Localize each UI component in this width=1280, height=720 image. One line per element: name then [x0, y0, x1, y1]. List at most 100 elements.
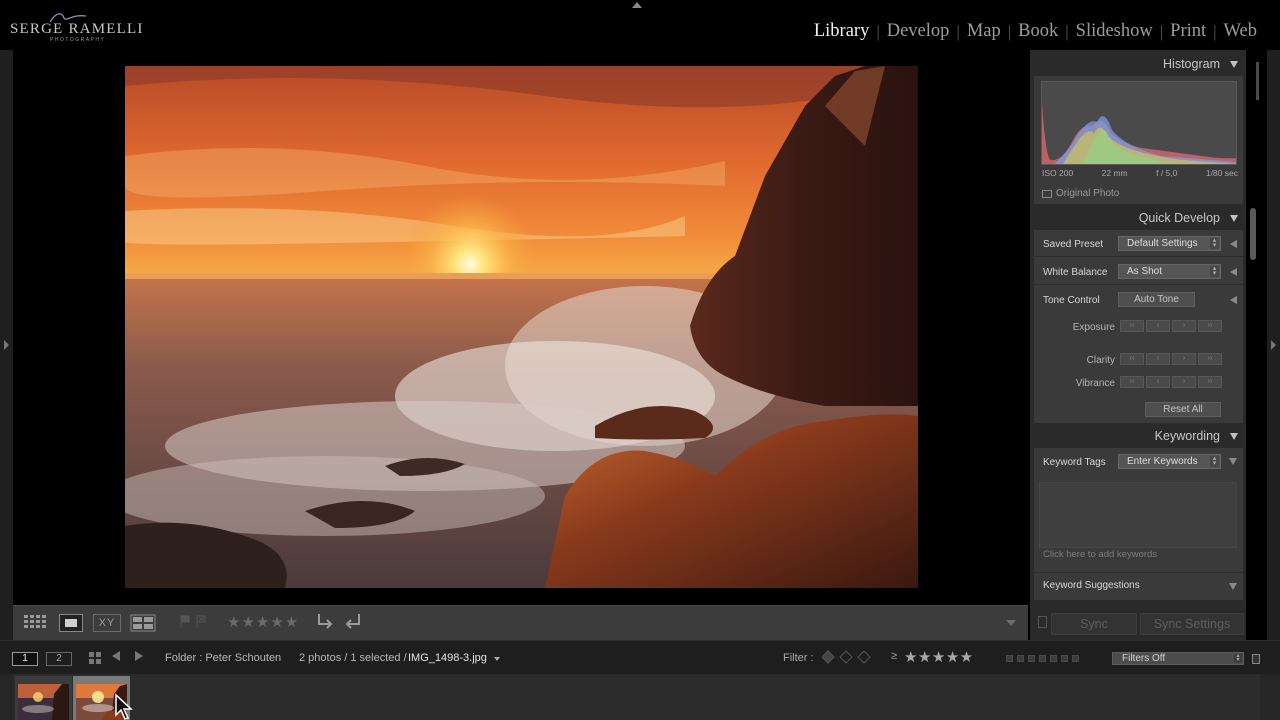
original-photo-checkbox[interactable] [1042, 189, 1052, 198]
exposure-increase-button[interactable]: › [1172, 320, 1196, 332]
compare-view-button[interactable]: XY [93, 614, 121, 632]
collapse-histogram-icon[interactable] [1230, 61, 1238, 68]
vibrance-decrease-button[interactable]: ‹ [1146, 376, 1170, 388]
filmstrip-bar: 1 2 Folder : Peter Schouten 2 photos / 1… [0, 640, 1280, 674]
module-library[interactable]: Library [807, 21, 876, 42]
module-print[interactable]: Print [1163, 21, 1213, 42]
sync-button[interactable]: Sync [1051, 613, 1137, 635]
filter-flags[interactable] [821, 649, 878, 668]
focal-length-value: 22 mm [1101, 168, 1128, 178]
module-picker-bar: SERGE RAMELLI PHOTOGRAPHY Library | Deve… [0, 0, 1280, 50]
filename-chevron-down-icon[interactable] [494, 657, 500, 661]
module-book[interactable]: Book [1011, 21, 1065, 42]
loupe-view-button[interactable] [59, 614, 83, 632]
keyword-tags-value: Enter Keywords [1127, 456, 1198, 467]
collapse-right-panel-icon[interactable] [1271, 340, 1276, 350]
original-photo-toggle[interactable]: Original Photo [1042, 188, 1119, 199]
collapse-keywording-icon[interactable] [1230, 433, 1238, 440]
rotate-right-button[interactable] [343, 611, 363, 629]
exposure-decrease-button[interactable]: ‹ [1146, 320, 1170, 332]
survey-view-button[interactable] [130, 614, 156, 632]
exposure-increase-large-button[interactable]: ›› [1198, 320, 1222, 332]
iso-value: ISO 200 [1042, 168, 1074, 178]
clarity-decrease-button[interactable]: ‹ [1146, 353, 1170, 365]
exposure-label: Exposure [1072, 322, 1115, 333]
color-filter-green[interactable] [1028, 655, 1035, 662]
auto-tone-button[interactable]: Auto Tone [1118, 292, 1195, 307]
quick-develop-header[interactable]: Quick Develop [1030, 206, 1246, 230]
sunset-seascape-image [125, 66, 918, 588]
collapse-quick-develop-icon[interactable] [1230, 215, 1238, 222]
rotate-left-button[interactable] [315, 611, 335, 629]
filmstrip-thumbnail[interactable] [15, 676, 72, 720]
color-filter-none[interactable] [1072, 655, 1079, 662]
keyword-suggestions-chevron-down-icon[interactable] [1229, 583, 1237, 590]
color-filter-blue[interactable] [1039, 655, 1046, 662]
keywording-header[interactable]: Keywording [1030, 424, 1246, 448]
filter-preset-select[interactable]: Filters Off ▴ ▾ [1112, 652, 1244, 665]
module-web[interactable]: Web [1217, 21, 1264, 42]
exif-info: ISO 200 22 mm f / 5,0 1/80 sec [1042, 168, 1238, 178]
add-keywords-placeholder[interactable]: Click here to add keywords [1043, 549, 1157, 560]
reset-all-button[interactable]: Reset All [1145, 402, 1221, 417]
folder-source-label[interactable]: Folder : Peter Schouten [165, 652, 281, 664]
vibrance-decrease-large-button[interactable]: ‹‹ [1120, 376, 1144, 388]
rating-filter-stars[interactable]: ★★★★★ [904, 648, 974, 666]
secondary-window-button[interactable]: 2 [46, 652, 72, 666]
module-slideshow[interactable]: Slideshow [1069, 21, 1160, 42]
sync-row: Sync Sync Settings [1030, 610, 1246, 638]
grid-view-button[interactable] [23, 614, 49, 632]
exposure-decrease-large-button[interactable]: ‹‹ [1120, 320, 1144, 332]
forward-arrow-icon[interactable] [135, 651, 143, 661]
flag-buttons[interactable] [177, 614, 209, 632]
right-panel-edge[interactable] [1267, 50, 1280, 640]
right-panel: Histogram ISO 200 22 mm f / 5,0 1/80 sec… [1030, 50, 1246, 640]
expand-left-panel-icon[interactable] [4, 340, 9, 350]
color-filter-red[interactable] [1006, 655, 1013, 662]
rating-comparison-symbol[interactable]: ≥ [891, 650, 897, 662]
keyword-tags-chevron-down-icon[interactable] [1229, 458, 1237, 465]
clarity-increase-large-button[interactable]: ›› [1198, 353, 1222, 365]
saved-preset-select[interactable]: Default Settings ▴ ▾ [1118, 236, 1221, 251]
white-balance-select[interactable]: As Shot ▴ ▾ [1118, 264, 1221, 279]
photo-count-label: 2 photos / 1 selected / [299, 652, 407, 664]
color-filter-yellow[interactable] [1017, 655, 1024, 662]
clarity-decrease-large-button[interactable]: ‹‹ [1120, 353, 1144, 365]
keyword-tags-select[interactable]: Enter Keywords ▴ ▾ [1118, 454, 1221, 469]
mouse-cursor-icon [115, 693, 133, 720]
color-filter-custom[interactable] [1061, 655, 1068, 662]
right-panel-scrollbar[interactable] [1250, 208, 1256, 260]
module-map[interactable]: Map [960, 21, 1008, 42]
back-arrow-icon[interactable] [112, 651, 120, 661]
expand-saved-preset-icon[interactable] [1230, 240, 1237, 248]
selected-filename[interactable]: IMG_1498-3.jpg [408, 652, 487, 664]
toolbar-options-chevron-down-icon[interactable] [1006, 620, 1016, 626]
identity-plate-logo: SERGE RAMELLI PHOTOGRAPHY [10, 10, 142, 44]
updown-arrows-icon: ▴ ▾ [1234, 653, 1242, 663]
filmstrip [0, 674, 1280, 720]
left-panel-edge[interactable] [0, 50, 13, 640]
rotate-right-icon [345, 614, 360, 629]
white-balance-row: White Balance As Shot ▴ ▾ [1034, 259, 1243, 285]
keyword-tags-label: Keyword Tags [1043, 457, 1106, 468]
keyword-entry-area[interactable] [1039, 482, 1237, 548]
module-develop[interactable]: Develop [880, 21, 957, 42]
expand-tone-control-icon[interactable] [1230, 296, 1237, 304]
collapse-top-panel-icon[interactable] [632, 2, 642, 8]
filter-lock-icon[interactable] [1252, 654, 1260, 664]
main-photo[interactable] [125, 66, 918, 588]
color-filter-purple[interactable] [1050, 655, 1057, 662]
right-panel-scroll-track [1256, 62, 1259, 100]
histogram-header[interactable]: Histogram [1030, 52, 1246, 76]
main-window-button[interactable]: 1 [12, 652, 38, 666]
clarity-increase-button[interactable]: › [1172, 353, 1196, 365]
expand-white-balance-icon[interactable] [1230, 268, 1237, 276]
vibrance-row: Vibrance ‹‹ ‹ › ›› [1034, 370, 1243, 396]
grid-shortcut-button[interactable] [88, 651, 102, 670]
sync-lock-icon[interactable] [1038, 616, 1047, 628]
keyword-suggestions-row[interactable]: Keyword Suggestions [1034, 572, 1243, 600]
sync-settings-button[interactable]: Sync Settings [1140, 613, 1244, 635]
vibrance-increase-large-button[interactable]: ›› [1198, 376, 1222, 388]
vibrance-increase-button[interactable]: › [1172, 376, 1196, 388]
star-rating[interactable]: ★★★★★ [227, 613, 307, 631]
